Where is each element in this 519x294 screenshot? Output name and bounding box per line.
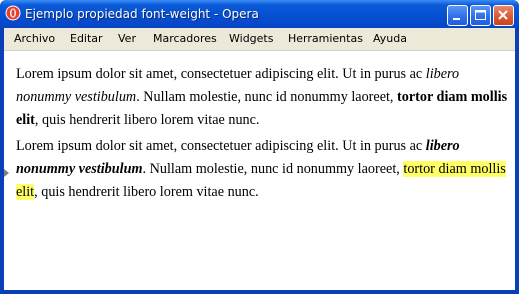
p1-text-middle: . Nullam molestie, nunc id nonummy laore…	[136, 89, 398, 105]
opera-logo-icon	[5, 5, 21, 21]
menu-marcadores[interactable]: Marcadores	[153, 32, 217, 46]
minimize-button[interactable]	[447, 5, 468, 26]
arrow-marker-icon	[4, 169, 9, 177]
browser-window: Ejemplo propiedad font-weight - Opera Ar…	[0, 0, 519, 294]
p1-text-end: , quis hendrerit libero lorem vitae nunc…	[34, 112, 260, 128]
paragraph-normal: Lorem ipsum dolor sit amet, consectetuer…	[16, 63, 508, 132]
menu-bar: Archivo Editar Ver Marcadores Widgets He…	[4, 28, 515, 51]
maximize-button[interactable]	[470, 5, 491, 26]
menu-ver[interactable]: Ver	[118, 32, 136, 46]
minimize-icon	[453, 18, 460, 20]
p2-text-end: , quis hendrerit libero lorem vitae nunc…	[34, 184, 259, 200]
maximize-icon	[475, 10, 486, 20]
p2-text-middle: . Nullam molestie, nunc id nonummy laore…	[142, 161, 404, 177]
page-content[interactable]: Lorem ipsum dolor sit amet, consectetuer…	[4, 51, 515, 290]
title-bar[interactable]: Ejemplo propiedad font-weight - Opera	[0, 0, 519, 28]
window-title: Ejemplo propiedad font-weight - Opera	[25, 7, 259, 21]
p2-text-start: Lorem ipsum dolor sit amet, consectetuer…	[16, 138, 426, 154]
menu-editar[interactable]: Editar	[70, 32, 103, 46]
menu-archivo[interactable]: Archivo	[14, 32, 55, 46]
menu-widgets[interactable]: Widgets	[229, 32, 273, 46]
close-button[interactable]	[493, 5, 514, 26]
menu-herramientas[interactable]: Herramientas	[288, 32, 363, 46]
close-icon	[498, 10, 508, 20]
p1-text-start: Lorem ipsum dolor sit amet, consectetuer…	[16, 66, 426, 82]
paragraph-styled: Lorem ipsum dolor sit amet, consectetuer…	[16, 135, 508, 204]
menu-ayuda[interactable]: Ayuda	[373, 32, 407, 46]
